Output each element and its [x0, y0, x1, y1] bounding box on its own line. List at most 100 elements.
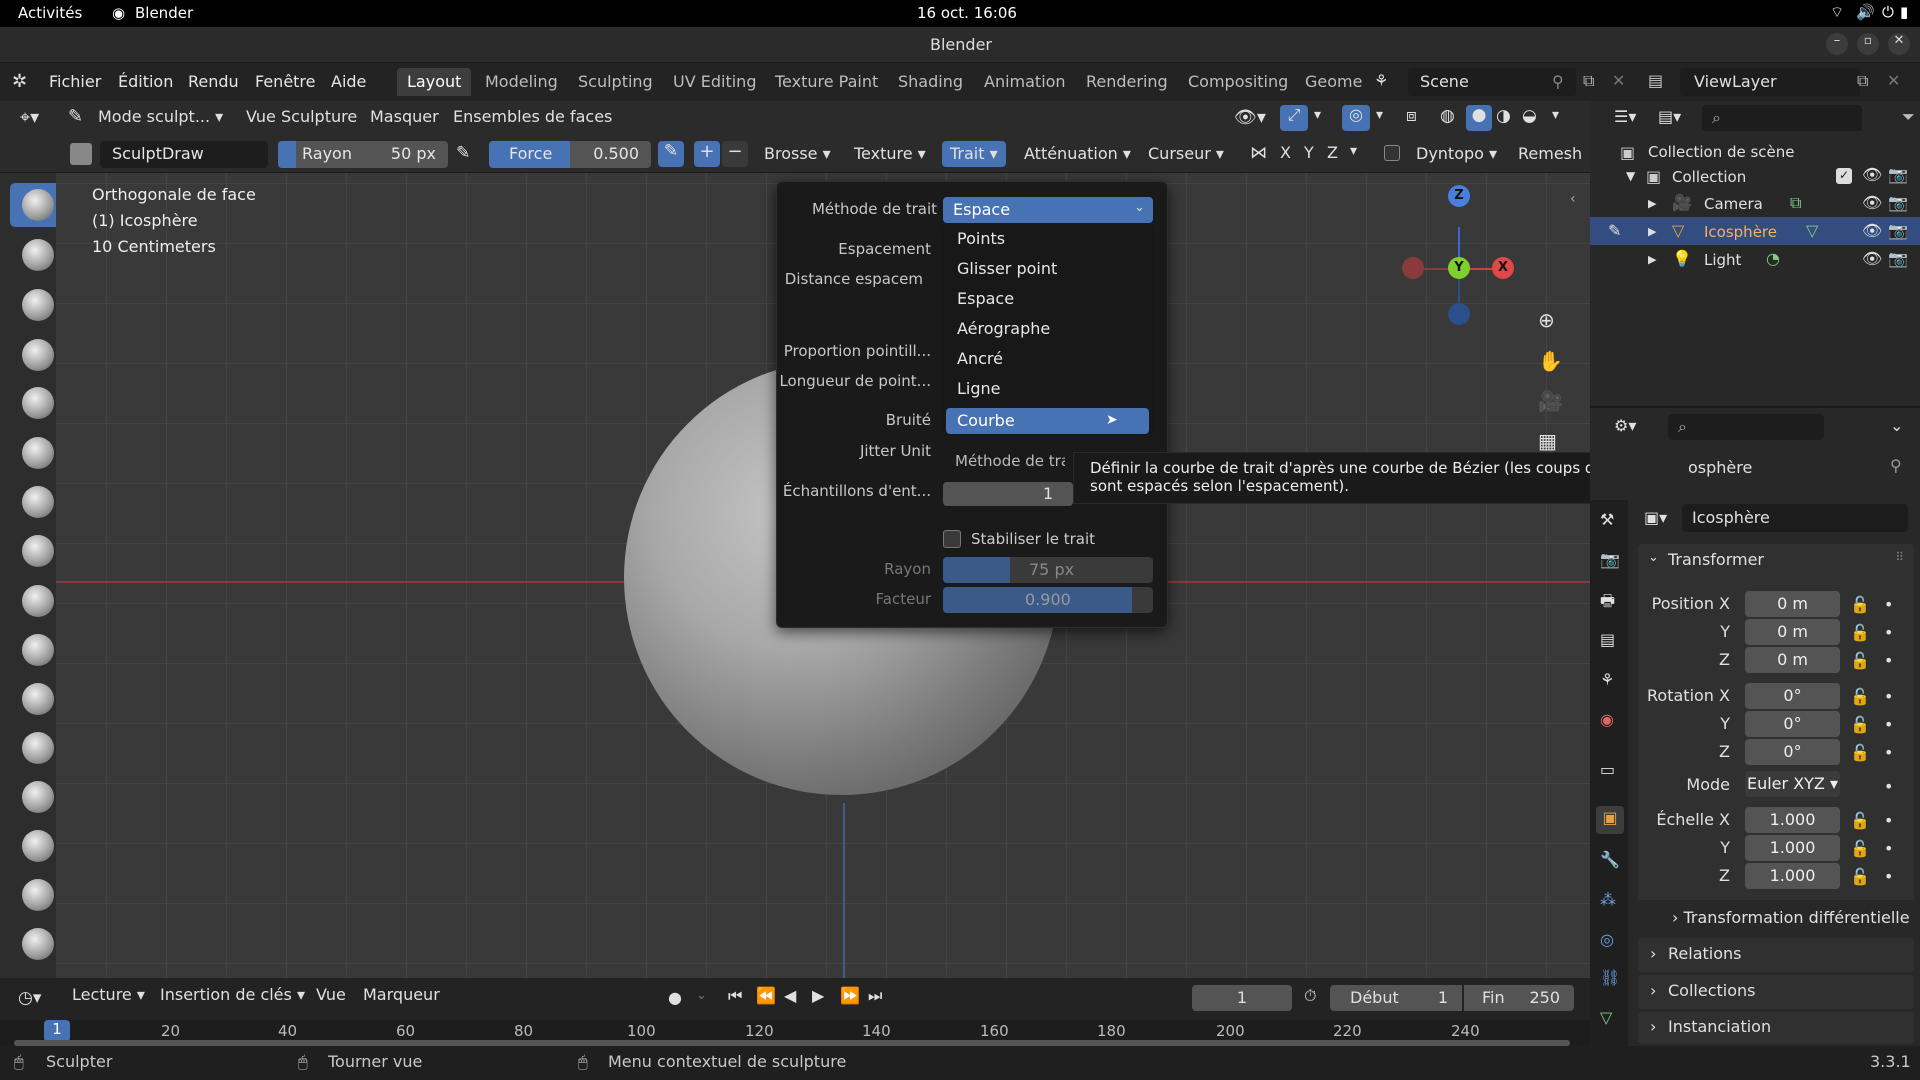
light-expand-icon[interactable]: ▶ — [1648, 253, 1656, 266]
multiplane-scrape-brush-icon[interactable] — [22, 830, 54, 862]
lock-icon[interactable]: 🔓 — [1850, 743, 1870, 762]
menu-edit[interactable]: Édition — [118, 72, 173, 91]
icosphere-render-icon[interactable]: 📷 — [1888, 221, 1908, 240]
playhead[interactable]: 1 — [44, 1020, 70, 1042]
outliner-item-camera[interactable]: Camera — [1704, 195, 1763, 213]
inflate-brush-icon[interactable] — [22, 486, 54, 518]
outliner-item-icosphere[interactable]: Icosphère — [1704, 223, 1777, 241]
shading-dropdown-icon[interactable]: ▾ — [1552, 107, 1559, 123]
smooth-brush-icon[interactable] — [22, 634, 54, 666]
collection-tab-icon[interactable]: ▭ — [1600, 760, 1615, 779]
maximize-icon[interactable]: ▫ — [1857, 33, 1879, 55]
symmetry-icon[interactable]: ⋈ — [1250, 143, 1267, 163]
lock-icon[interactable]: 🔓 — [1850, 623, 1870, 642]
next-keyframe-icon[interactable]: ⏩ — [840, 986, 860, 1005]
zoom-icon[interactable]: ⊕ — [1538, 308, 1555, 332]
start-frame-field[interactable]: Début 1 — [1330, 985, 1462, 1011]
jump-end-icon[interactable]: ⏭ — [868, 986, 882, 1006]
grab-brush-icon[interactable] — [22, 928, 54, 960]
output-tab-icon[interactable]: 🖶 — [1600, 590, 1615, 617]
tab-uv-editing[interactable]: UV Editing — [663, 68, 766, 96]
view-layer-selector[interactable]: ViewLayer — [1680, 68, 1860, 96]
delete-view-layer-icon[interactable]: ✕ — [1887, 71, 1900, 90]
current-frame-field[interactable]: 1 — [1192, 985, 1292, 1011]
cursor-menu[interactable]: Curseur ▾ — [1140, 141, 1232, 167]
app-name[interactable]: Blender — [135, 4, 193, 22]
overlay-toggle-icon[interactable]: ◎ — [1342, 105, 1370, 131]
tab-geometry[interactable]: Geome — [1295, 68, 1372, 96]
keyframe-dot-icon[interactable]: • — [1884, 715, 1893, 734]
texture-menu[interactable]: Texture ▾ — [846, 141, 934, 167]
position-y-field[interactable]: 0 m — [1745, 619, 1840, 645]
minimize-icon[interactable]: – — [1826, 33, 1848, 55]
lock-icon[interactable]: 🔓 — [1850, 651, 1870, 670]
lock-icon[interactable]: 🔓 — [1850, 715, 1870, 734]
editor-type-icon[interactable]: ⌖▾ — [20, 107, 39, 128]
camera-render-icon[interactable]: 📷 — [1888, 193, 1908, 212]
brush-menu[interactable]: Brosse ▾ — [756, 141, 839, 167]
lock-icon[interactable]: 🔓 — [1850, 687, 1870, 706]
position-z-field[interactable]: 0 m — [1745, 647, 1840, 673]
brush-name-field[interactable]: SculptDraw — [100, 141, 268, 168]
transform-panel-header[interactable]: ⌄ Transformer ⠿ — [1638, 544, 1914, 578]
position-x-field[interactable]: 0 m — [1745, 591, 1840, 617]
strength-slider[interactable]: Force 0.500 — [489, 141, 651, 168]
scene-selector[interactable]: Scene ⚲ — [1408, 68, 1576, 96]
solid-shading-icon[interactable]: ● — [1466, 105, 1492, 131]
add-direction-icon[interactable]: + — [694, 141, 720, 167]
symmetry-z[interactable]: Z — [1327, 143, 1338, 162]
clay-brush-icon[interactable] — [22, 289, 54, 321]
lock-icon[interactable]: 🔓 — [1850, 595, 1870, 614]
object-tab-icon[interactable]: ▣ — [1596, 806, 1624, 834]
option-line[interactable]: Ligne — [957, 379, 1001, 398]
camera-expand-icon[interactable]: ▶ — [1648, 197, 1656, 210]
option-anchored[interactable]: Ancré — [957, 349, 1003, 368]
view-layer-icon[interactable]: ▤ — [1648, 71, 1663, 90]
visibility-icon[interactable]: 👁▾ — [1234, 107, 1266, 128]
clay-strips-brush-icon[interactable] — [22, 339, 54, 371]
stroke-method-select[interactable]: Espace ⌄ — [943, 197, 1153, 223]
stopwatch-icon[interactable]: ⏱ — [1304, 986, 1316, 1006]
properties-search-input[interactable]: ⌕ — [1668, 414, 1824, 440]
timeline-editor-icon[interactable]: ◷▾ — [18, 988, 41, 1008]
icosphere-expand-icon[interactable]: ▶ — [1648, 225, 1656, 238]
radius-slider[interactable]: Rayon 50 px — [278, 141, 448, 168]
brush-thumbnail[interactable] — [70, 143, 92, 165]
rendered-shading-icon[interactable]: ◒ — [1522, 106, 1537, 126]
gizmo-x-axis[interactable]: X — [1492, 257, 1514, 279]
gizmo-y-axis[interactable]: Y — [1448, 257, 1470, 279]
play-reverse-icon[interactable]: ◀ — [784, 986, 796, 1005]
particles-tab-icon[interactable]: ⁂ — [1600, 890, 1616, 909]
stabilize-radius-slider[interactable]: 75 px — [943, 557, 1153, 583]
collection-label[interactable]: Collection — [1672, 168, 1746, 186]
xray-icon[interactable]: ⧈ — [1406, 106, 1417, 126]
scene-icon[interactable]: ⚘ — [1374, 71, 1388, 90]
new-scene-icon[interactable]: ⧉ — [1583, 71, 1594, 91]
properties-options-icon[interactable]: ⌄ — [1890, 416, 1903, 435]
camera-view-icon[interactable]: 🎥 — [1538, 389, 1563, 413]
keyframe-dot-icon[interactable]: • — [1884, 687, 1893, 706]
record-icon[interactable]: ● — [668, 988, 682, 1007]
blender-logo-icon[interactable]: ✲ — [12, 71, 27, 92]
light-render-icon[interactable]: 📷 — [1888, 249, 1908, 268]
collection-checkbox[interactable]: ✓ — [1836, 168, 1852, 184]
world-tab-icon[interactable]: ◉ — [1600, 710, 1614, 729]
crease-brush-icon[interactable] — [22, 585, 54, 617]
physics-tab-icon[interactable]: ◎ — [1600, 930, 1614, 949]
gizmo-toggle-icon[interactable]: ⤢ — [1280, 105, 1308, 131]
filter-icon[interactable]: ⏷ — [1902, 107, 1915, 127]
menu-help[interactable]: Aide — [331, 72, 366, 91]
jump-start-icon[interactable]: ⏮ — [728, 986, 742, 1006]
drag-handle-icon[interactable]: ⠿ — [1895, 550, 1904, 564]
tab-shading[interactable]: Shading — [888, 68, 973, 96]
stabilize-factor-slider[interactable]: 0.900 — [943, 587, 1153, 613]
relations-panel-header[interactable]: › Relations — [1638, 938, 1914, 972]
prev-keyframe-icon[interactable]: ⏪ — [756, 986, 776, 1005]
instancing-panel-header[interactable]: › Instanciation — [1638, 1012, 1914, 1044]
end-frame-field[interactable]: Fin 250 — [1464, 985, 1574, 1011]
pin-icon[interactable]: ⚲ — [1552, 72, 1564, 91]
pinch-brush-icon[interactable] — [22, 879, 54, 911]
power-icon[interactable]: ⏻ — [1882, 3, 1894, 21]
outliner-editor-icon[interactable]: ☰▾ — [1614, 107, 1636, 126]
wireframe-shading-icon[interactable]: ◍ — [1440, 106, 1455, 126]
